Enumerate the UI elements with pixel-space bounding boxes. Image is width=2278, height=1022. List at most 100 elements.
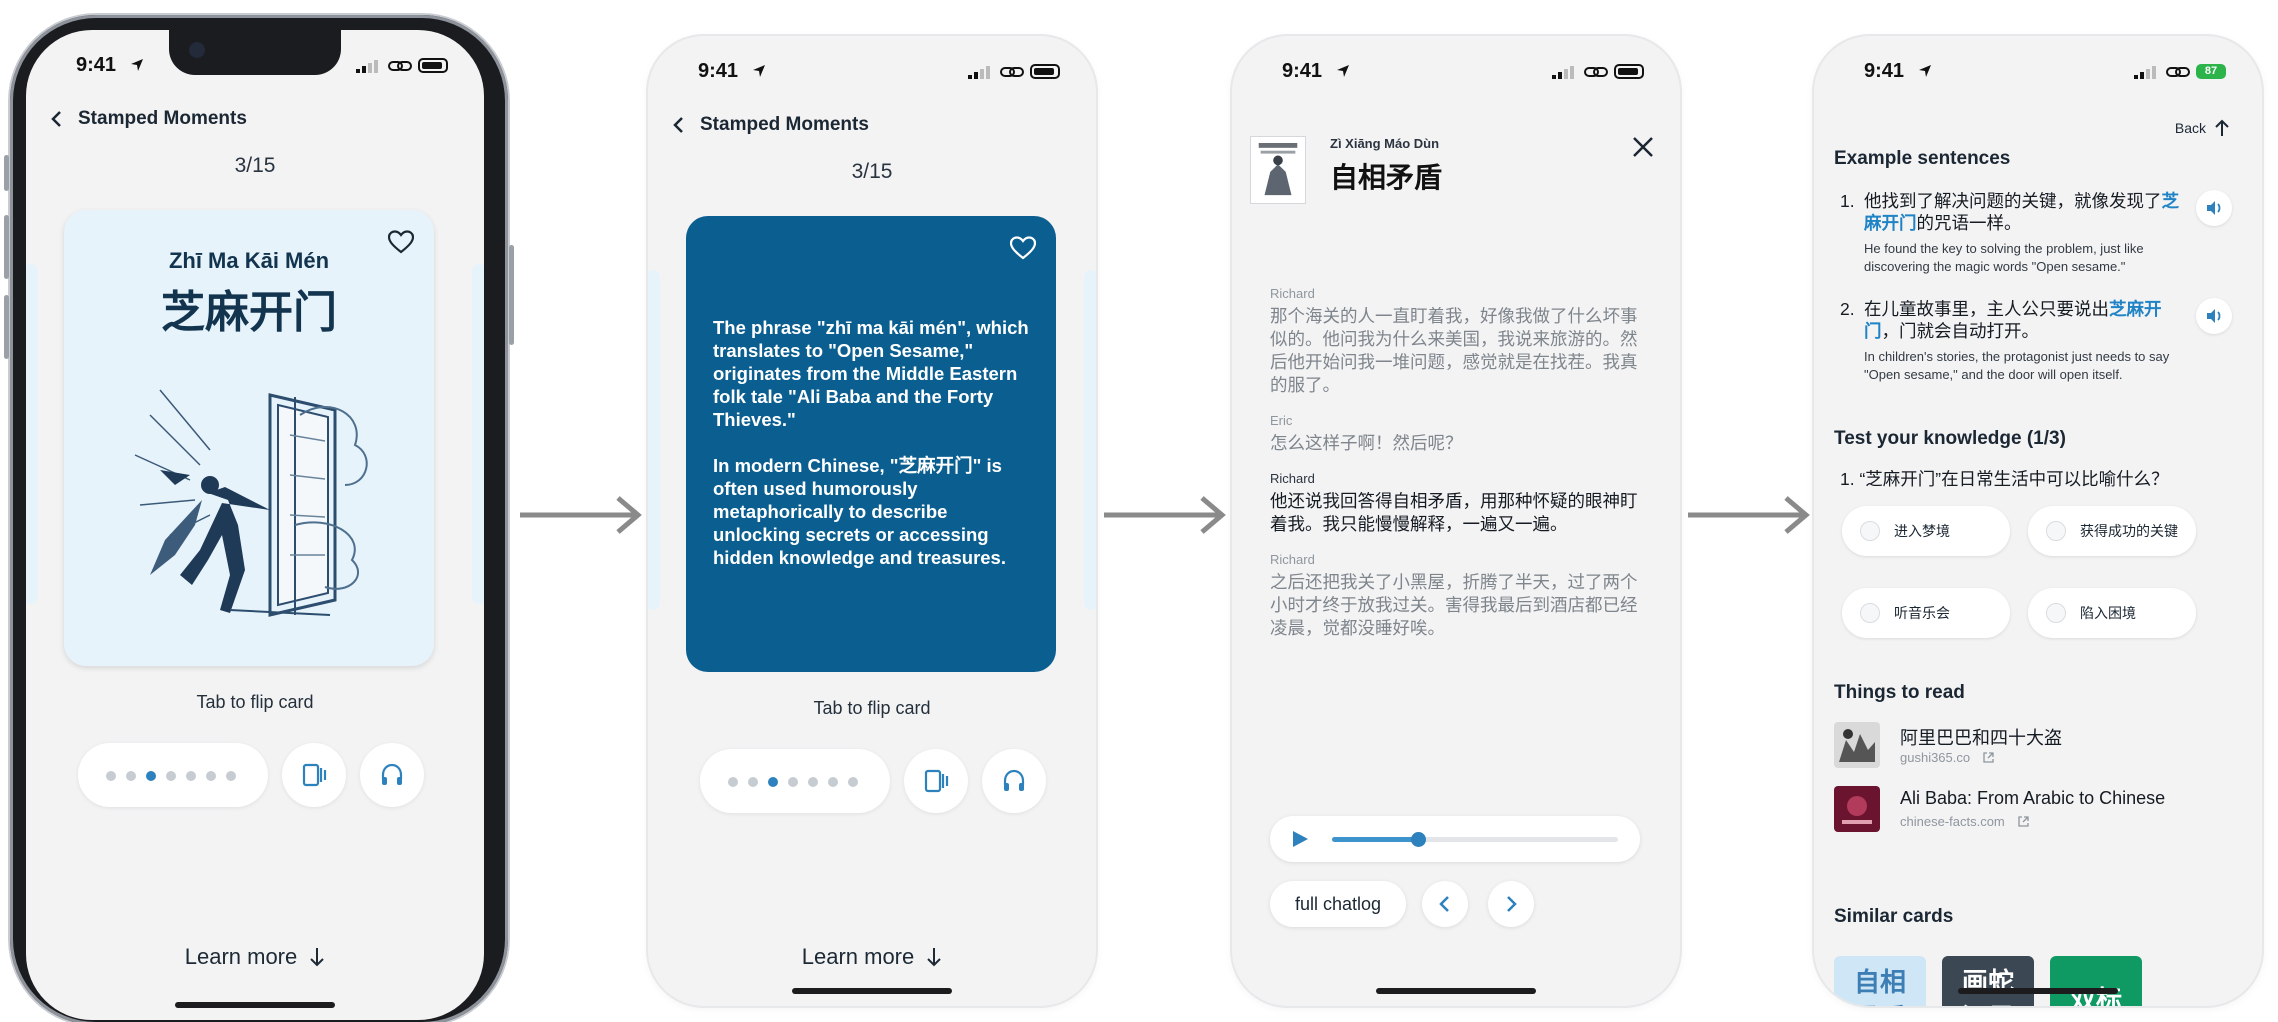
example-sentence: 2. 在儿童故事里，主人公只要说出芝麻开门，门就会自动打开。 In childre…: [1840, 298, 2180, 384]
chat-message-current: Richard 他还说我回答得自相矛盾，用那种怀疑的眼神盯着我。我只能慢慢解释，…: [1270, 471, 1642, 536]
message-speaker: Richard: [1270, 471, 1315, 486]
close-icon[interactable]: [1632, 136, 1654, 158]
similar-card[interactable]: 自相矛盾: [1834, 956, 1926, 1006]
next-card-peek[interactable]: [472, 264, 484, 604]
quiz-option[interactable]: 陷入困境: [2028, 588, 2196, 638]
flashcard-front[interactable]: Zhī Ma Kāi Mén 芝麻开门: [64, 210, 434, 666]
phone-flashcard-front: 9:41 Stamped Moments 3/15 Zhī Ma Kāi Mén…: [26, 30, 484, 1020]
card-explanation: The phrase "zhī ma kāi mén", which trans…: [713, 316, 1035, 592]
card-pinyin: Zhī Ma Kāi Mén: [168, 248, 330, 273]
message-text: 之后还把我关了小黑屋，折腾了半天，过了两个小时才终于放我过关。害得我最后到酒店都…: [1270, 572, 1638, 638]
flow-arrow-icon: [520, 496, 642, 534]
chevron-left-icon: [673, 117, 683, 133]
card-pagination[interactable]: [78, 743, 268, 807]
door-illustration: [134, 389, 368, 617]
battery-icon: [1030, 64, 1060, 79]
back-button[interactable]: Stamped Moments: [46, 104, 247, 134]
idiom-thumbnail: [1250, 136, 1306, 204]
card-counter: 3/15: [234, 154, 276, 177]
external-link-icon: [1983, 752, 1994, 763]
phone-flashcard-back: 9:41 Stamped Moments 3/15 The phrase "zh…: [648, 36, 1096, 1006]
radio-icon: [1860, 603, 1880, 623]
home-indicator: [1376, 988, 1536, 994]
message-text: 那个海关的人一直盯着我，好像我做了什么坏事似的。他问我为什么来美国，我说来旅游的…: [1270, 306, 1638, 395]
signal-icon: [356, 60, 378, 73]
quiz-option[interactable]: 听音乐会: [1842, 588, 2010, 638]
examples-heading: Example sentences: [1834, 148, 2011, 169]
next-line-button[interactable]: [1488, 881, 1534, 927]
reading-heading: Things to read: [1834, 682, 1965, 703]
location-icon: [1919, 65, 1931, 77]
status-time: 9:41: [698, 60, 739, 82]
audio-button[interactable]: [982, 749, 1046, 813]
flip-hint: Tab to flip card: [196, 692, 314, 712]
audio-progress-fill: [1332, 837, 1418, 842]
play-example-button[interactable]: [2196, 190, 2232, 226]
audio-scrubber[interactable]: [1410, 832, 1426, 847]
prev-card-peek[interactable]: [26, 264, 38, 604]
flow-arrow-icon: [1688, 496, 1810, 534]
message-speaker: Richard: [1270, 286, 1315, 301]
play-icon[interactable]: [1290, 829, 1310, 849]
audio-progress-track[interactable]: [1332, 832, 1618, 847]
location-icon: [1337, 65, 1349, 77]
speaker-icon: [2207, 309, 2221, 323]
external-link-icon: [2018, 816, 2029, 827]
speaker-icon: [2207, 201, 2221, 215]
reading-item[interactable]: 阿里巴巴和四十大盗 gushi365.co: [1834, 722, 2234, 768]
idiom-pinyin: Zì Xiāng Máo Dùn: [1330, 136, 1440, 151]
flip-card-button[interactable]: [904, 749, 968, 813]
quiz-heading: Test your knowledge (1/3): [1834, 428, 2066, 449]
status-time: 9:41: [1282, 60, 1323, 82]
card-counter: 3/15: [851, 160, 893, 183]
quiz-option[interactable]: 获得成功的关键: [2028, 506, 2196, 556]
link-icon: [2166, 67, 2190, 77]
signal-icon: [2134, 66, 2156, 79]
arrow-down-icon: [927, 948, 941, 967]
example-translation: He found the key to solving the problem,…: [1864, 241, 2144, 274]
storyboard: 9:41 Stamped Moments 3/15 Zhī Ma Kāi Mén…: [0, 0, 2278, 1022]
reading-item[interactable]: Ali Baba: From Arabic to Chinese chinese…: [1834, 786, 2234, 832]
learn-more-button[interactable]: Learn more: [26, 944, 484, 970]
play-example-button[interactable]: [2196, 298, 2232, 334]
learn-more-button[interactable]: Learn more: [648, 944, 1096, 970]
card-pagination[interactable]: [700, 749, 890, 813]
status-time: 9:41: [76, 54, 117, 76]
message-text: 怎么这样子啊！然后呢？: [1270, 433, 1463, 453]
learn-more-label: Learn more: [184, 944, 298, 969]
chevron-left-icon: [1439, 896, 1449, 912]
chat-message: Richard 那个海关的人一直盯着我，好像我做了什么坏事似的。他问我为什么来美…: [1270, 286, 1642, 397]
learn-more-label: Learn more: [801, 944, 915, 969]
message-speaker: Eric: [1270, 413, 1293, 428]
flip-hint: Tab to flip card: [813, 698, 931, 718]
quiz-option[interactable]: 进入梦境: [1842, 506, 2010, 556]
reading-thumbnail: [1834, 786, 1880, 832]
nav-title: Stamped Moments: [78, 108, 247, 129]
arrow-up-icon: [2215, 119, 2229, 136]
home-indicator: [792, 988, 952, 994]
next-card-peek[interactable]: [1084, 270, 1096, 610]
similar-card[interactable]: 画蛇添足: [1942, 956, 2034, 1006]
flashcard-back[interactable]: The phrase "zhī ma kāi mén", which trans…: [686, 216, 1056, 672]
back-button[interactable]: Back: [2175, 118, 2232, 138]
dialogue-transcript: Richard 那个海关的人一直盯着我，好像我做了什么坏事似的。他问我为什么来美…: [1270, 286, 1642, 656]
message-speaker: Richard: [1270, 552, 1315, 567]
reading-thumbnail: [1834, 722, 1880, 768]
previous-line-button[interactable]: [1422, 881, 1468, 927]
prev-card-peek[interactable]: [648, 270, 660, 610]
location-icon: [131, 59, 143, 71]
chat-message: Eric 怎么这样子啊！然后呢？: [1270, 413, 1642, 455]
battery-icon: 87: [2196, 64, 2226, 79]
audio-button[interactable]: [360, 743, 424, 807]
back-button[interactable]: Stamped Moments: [668, 110, 869, 140]
chat-message: Richard 之后还把我关了小黑屋，折腾了半天，过了两个小时才终于放我过关。害…: [1270, 552, 1642, 640]
status-bar: 9:41: [26, 30, 484, 100]
location-icon: [753, 65, 765, 77]
full-chatlog-button[interactable]: full chatlog: [1270, 881, 1406, 927]
signal-icon: [1552, 66, 1574, 79]
quiz-question: 1. “芝麻开门”在日常生活中可以比喻什么？: [1840, 469, 2169, 489]
flip-card-button[interactable]: [282, 743, 346, 807]
similar-card[interactable]: 双标: [2050, 956, 2142, 1006]
reading-title: Ali Baba: From Arabic to Chinese: [1900, 788, 2166, 808]
heart-icon[interactable]: [1010, 236, 1036, 260]
